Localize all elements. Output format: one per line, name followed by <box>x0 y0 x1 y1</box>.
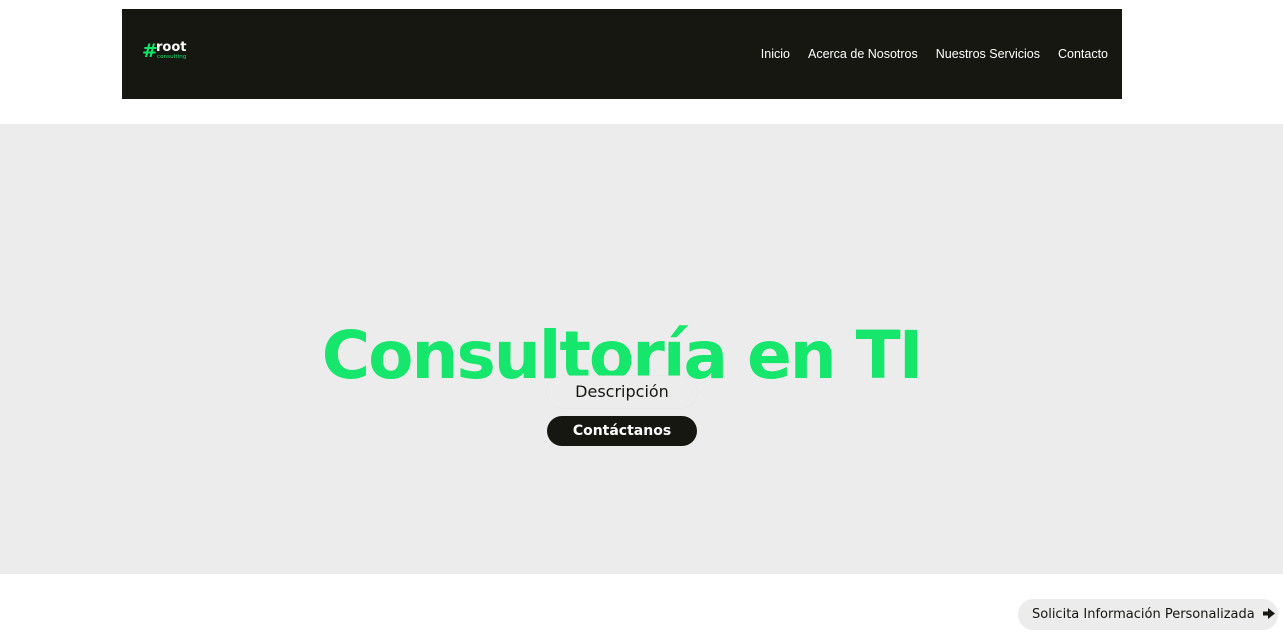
nav-link-inicio[interactable]: Inicio <box>761 46 790 62</box>
contact-button[interactable]: Contáctanos <box>547 416 697 446</box>
request-info-button[interactable]: Solicita Información Personalizada <box>1018 599 1278 630</box>
nav-link-servicios[interactable]: Nuestros Servicios <box>936 46 1040 62</box>
nav-link-contacto[interactable]: Contacto <box>1058 46 1108 62</box>
root-consulting-logo[interactable]: # root consulting <box>142 41 202 65</box>
hero-section: Consultoría en TI Descripción Contáctano… <box>0 124 1283 574</box>
logo-subtitle: consulting <box>157 54 187 60</box>
request-info-label: Solicita Información Personalizada <box>1032 607 1255 622</box>
logo-word: root <box>156 40 187 55</box>
site-header: # root consulting Inicio Acerca de Nosot… <box>122 9 1122 99</box>
nav-link-acerca[interactable]: Acerca de Nosotros <box>808 46 918 62</box>
arrow-right-icon <box>1262 600 1275 631</box>
main-nav: Inicio Acerca de Nosotros Nuestros Servi… <box>761 46 1108 62</box>
description-pill: Descripción <box>547 376 697 408</box>
